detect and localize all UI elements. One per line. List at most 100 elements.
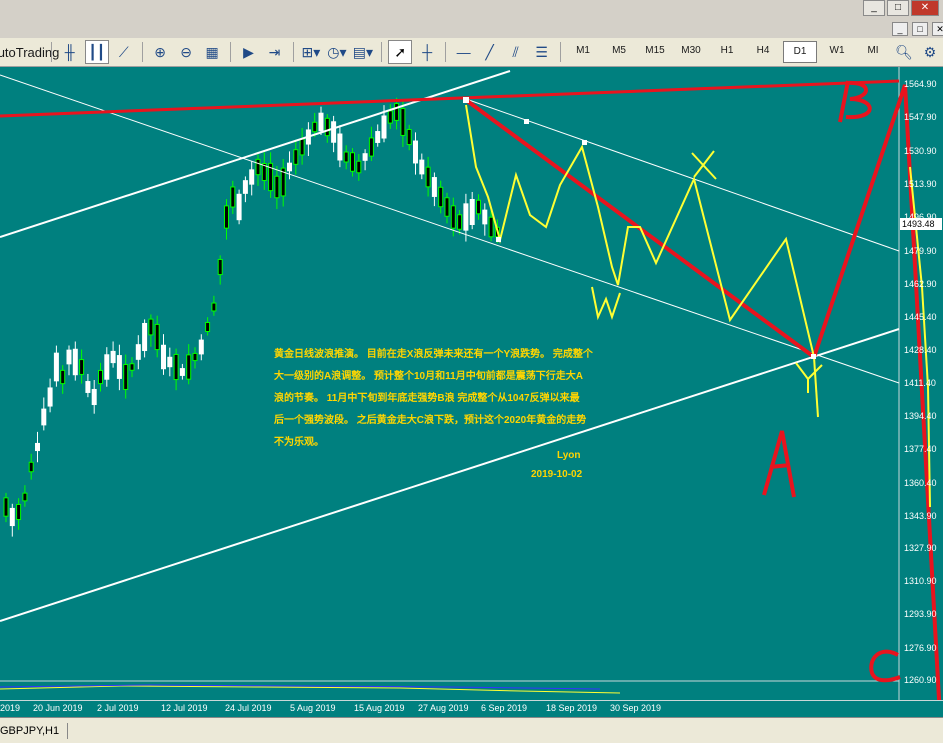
anchor-point[interactable] — [524, 119, 529, 124]
candle-body — [382, 116, 386, 138]
settings-button[interactable]: ⚙ — [919, 41, 941, 63]
price-tick-label: 1360.40 — [904, 478, 937, 488]
chart-tab[interactable]: GBPJPY,H1 — [0, 723, 68, 739]
search-button[interactable]: 🔍︎ — [893, 41, 915, 63]
indicators-button[interactable]: ⊞▾ — [300, 41, 322, 63]
price-tick-label: 1462.90 — [904, 279, 937, 289]
bar-chart-button[interactable]: ╫ — [59, 41, 81, 63]
annotation-line: 大一级别的A浪调整。 预计整个10月和11月中旬前都是震荡下行走大A — [274, 366, 593, 388]
candle-body — [149, 319, 153, 335]
trendline-button[interactable]: ╱ — [479, 41, 501, 63]
current-price-tag: 1493.48 — [900, 218, 942, 230]
channel-line-upper[interactable] — [466, 99, 899, 251]
wave-label-c — [871, 652, 900, 681]
candle-body — [237, 194, 241, 219]
zoom-in-button[interactable]: ⊕ — [149, 41, 171, 63]
candle-body — [451, 206, 455, 228]
chart-shift-icon: ⇥ — [269, 44, 281, 61]
candle-body — [439, 187, 443, 206]
wave-label-x — [692, 151, 716, 179]
candle-body — [432, 178, 436, 197]
timeframe-mi-button[interactable]: MI — [857, 41, 889, 61]
candle-body — [313, 122, 317, 131]
candle-body — [61, 370, 65, 383]
annotation-line: 黄金日线波浪推演。 目前在走X浪反弹未来还有一个Y浪跌势。 完成整个 — [274, 344, 593, 366]
price-tick-label: 1411.40 — [904, 378, 936, 388]
timeframe-w1-button[interactable]: W1 — [821, 41, 853, 61]
date-tick-label: 6 Sep 2019 — [481, 703, 527, 713]
mdi-close-button[interactable]: ✕ — [932, 22, 943, 36]
timeframe-m30-button[interactable]: M30 — [675, 41, 707, 61]
templates-button[interactable]: ▤▾ — [352, 41, 374, 63]
mdi-minimize-button[interactable]: _ — [892, 22, 908, 36]
candle-body — [174, 354, 178, 379]
price-tick-label: 1547.90 — [904, 112, 937, 122]
channel-button[interactable]: ⫽ — [505, 41, 527, 63]
candle-body — [92, 389, 96, 404]
timeframe-d1-button[interactable]: D1 — [783, 41, 817, 63]
anchor-point[interactable] — [496, 237, 501, 242]
anchor-point[interactable] — [811, 354, 816, 359]
channel-line-lower[interactable] — [0, 75, 899, 383]
autotrading-button[interactable]: AutoTrading — [2, 41, 44, 63]
candle-body — [414, 141, 418, 163]
tile-windows-button[interactable]: ▦ — [201, 41, 223, 63]
price-tick-label: 1428.40 — [904, 345, 937, 355]
candle-body — [426, 167, 430, 187]
candle-body — [187, 355, 191, 379]
cursor-button[interactable]: ➚ — [388, 40, 412, 64]
templates-icon: ▤▾ — [353, 44, 373, 61]
anchor-point[interactable] — [582, 140, 587, 145]
upper-trendline[interactable] — [0, 71, 510, 237]
anchor-point[interactable] — [463, 97, 469, 103]
mdi-restore-button[interactable]: □ — [912, 22, 928, 36]
candle-body — [407, 129, 411, 144]
date-tick-label: 5 Aug 2019 — [290, 703, 336, 713]
periods-button[interactable]: ◷▾ — [326, 41, 348, 63]
candle-body — [42, 409, 46, 425]
candle-body — [483, 210, 487, 224]
price-tick-label: 1445.40 — [904, 312, 937, 322]
candle-body — [332, 122, 336, 142]
line-chart-button[interactable]: ⟋ — [113, 41, 135, 63]
crosshair-icon: ┼ — [422, 44, 432, 60]
annotation-line: 不为乐观。 — [274, 432, 593, 454]
date-tick-label: 2019 — [0, 703, 20, 713]
maximize-button[interactable]: □ — [887, 0, 909, 16]
candlestick-icon: ┃┃ — [88, 44, 105, 61]
timeframe-m5-button[interactable]: M5 — [603, 41, 635, 61]
timeframe-m15-button[interactable]: M15 — [639, 41, 671, 61]
zoom-out-button[interactable]: ⊖ — [175, 41, 197, 63]
crosshair-button[interactable]: ┼ — [416, 41, 438, 63]
price-tick-label: 1479.90 — [904, 246, 937, 256]
close-button[interactable]: ✕ — [911, 0, 939, 16]
candle-body — [464, 204, 468, 230]
candle-body — [10, 508, 14, 525]
candle-body — [54, 353, 58, 381]
candle-body — [369, 138, 373, 156]
price-tick-label: 1327.90 — [904, 543, 937, 553]
candle-body — [489, 217, 493, 237]
candle-body — [243, 181, 247, 194]
red-top-line[interactable] — [0, 81, 899, 116]
search-icon: 🔍︎ — [895, 44, 913, 61]
chart-area[interactable]: 1564.901547.901530.901513.901496.901479.… — [0, 67, 943, 700]
hline-button[interactable]: — — [453, 41, 475, 63]
timeframe-h4-button[interactable]: H4 — [747, 41, 779, 61]
price-tick-label: 1564.90 — [904, 79, 937, 89]
minimize-button[interactable]: _ — [863, 0, 885, 16]
fibonacci-button[interactable]: ☰ — [531, 41, 553, 63]
timeframe-m1-button[interactable]: M1 — [567, 41, 599, 61]
candlestick-button[interactable]: ┃┃ — [85, 40, 109, 64]
candle-body — [67, 350, 71, 364]
autoscroll-button[interactable]: ▶ — [238, 41, 260, 63]
time-axis: 201920 Jun 20192 Jul 201912 Jul 201924 J… — [0, 700, 943, 717]
timeframe-h1-button[interactable]: H1 — [711, 41, 743, 61]
chart-shift-button[interactable]: ⇥ — [264, 41, 286, 63]
zoom-out-icon: ⊖ — [180, 44, 192, 61]
price-tick-label: 1394.40 — [904, 411, 937, 421]
candle-body — [73, 349, 77, 374]
cursor-icon: ➚ — [394, 44, 406, 61]
candle-body — [325, 118, 329, 135]
candle-body — [231, 187, 235, 207]
